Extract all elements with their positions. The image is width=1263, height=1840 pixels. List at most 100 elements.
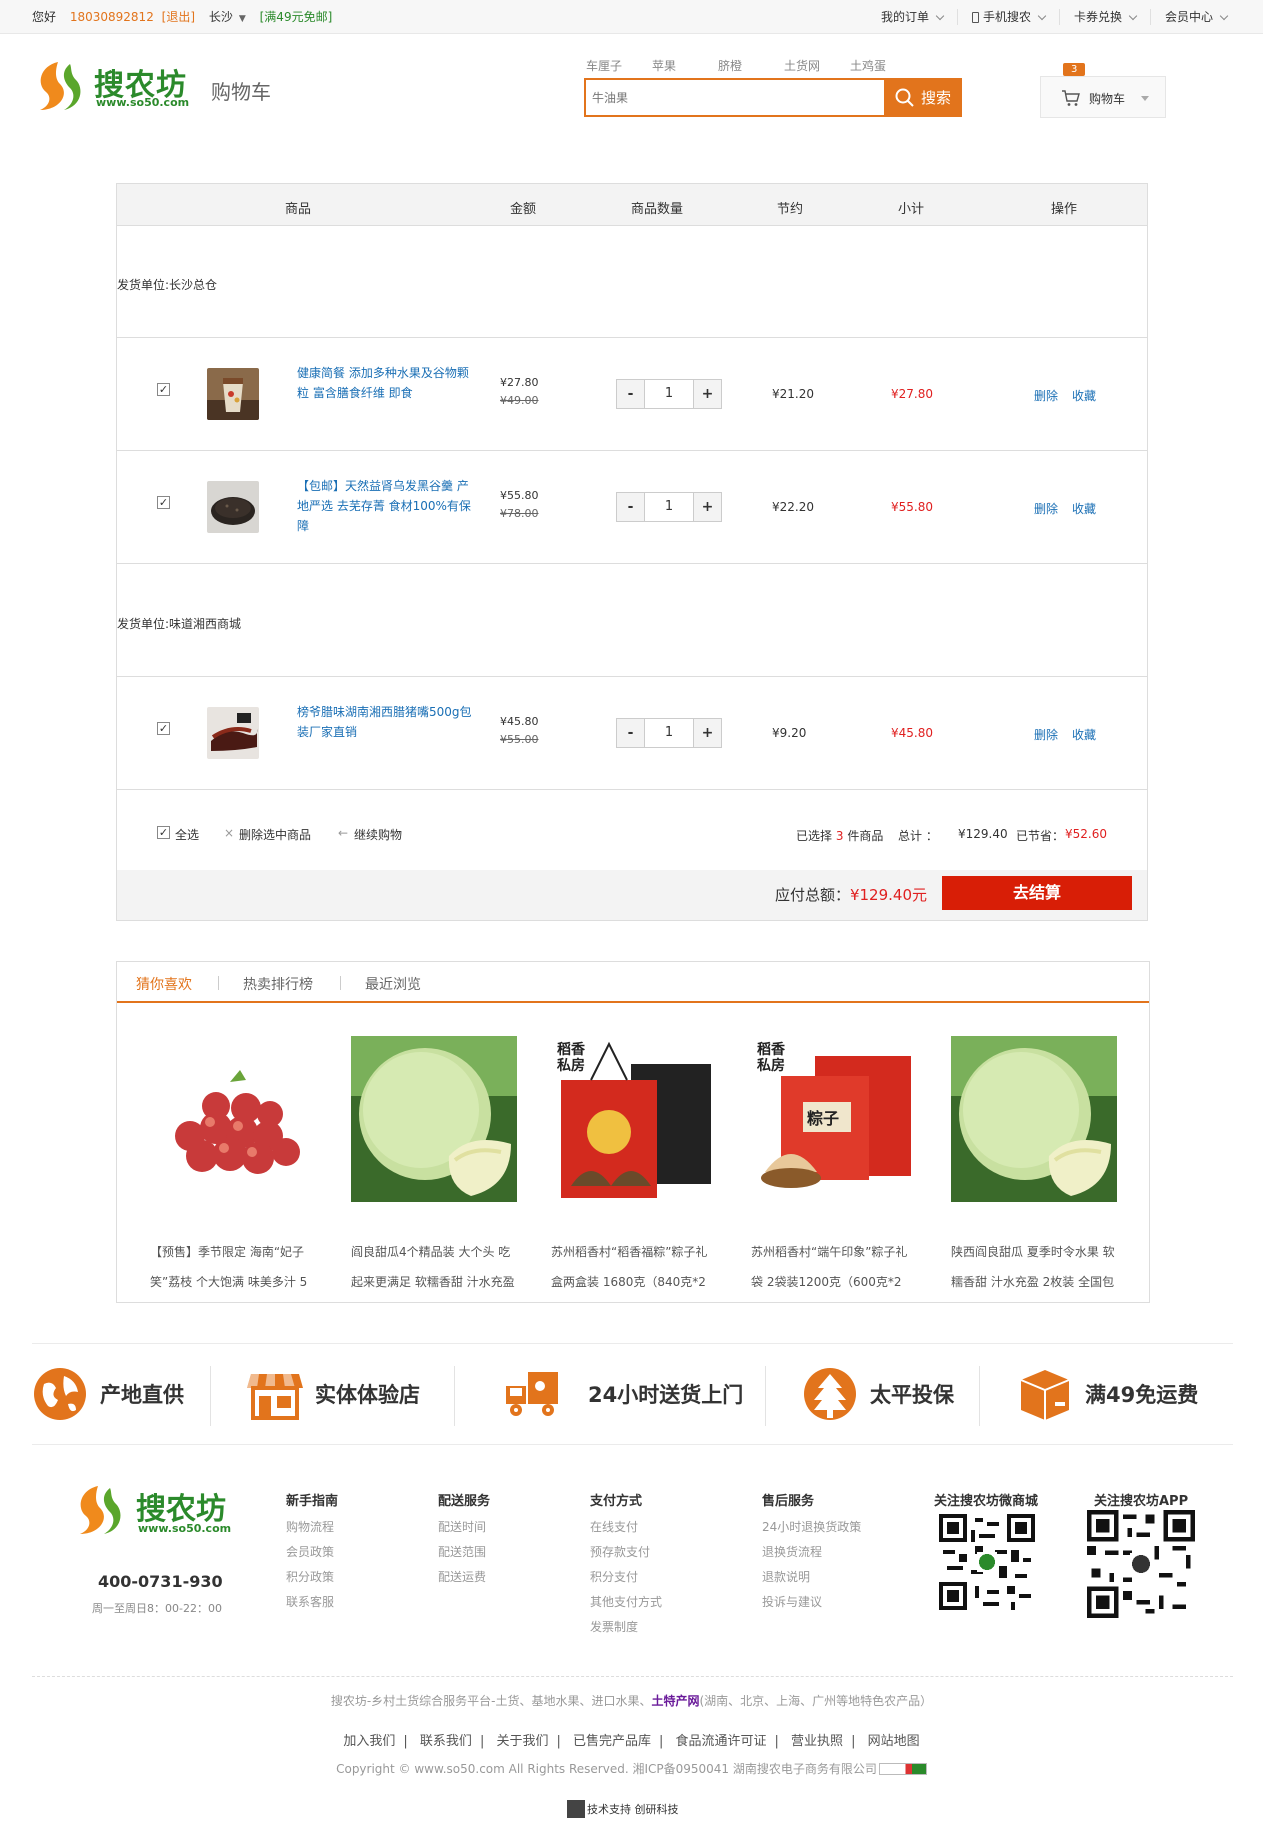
footer-link[interactable]: 联系客服 bbox=[286, 1590, 338, 1615]
favorite-link[interactable]: 收藏 bbox=[1072, 500, 1096, 517]
footer-bottom-link[interactable]: 联系我们 bbox=[412, 1734, 480, 1749]
site-logo[interactable]: 搜农坊 www.so50.com bbox=[30, 56, 200, 116]
product-name[interactable]: 健康简餐 添加多种水果及谷物颗粒 富含膳食纤维 即食 bbox=[297, 363, 477, 403]
select-all-label[interactable]: 全选 bbox=[175, 826, 199, 843]
footer-bottom-link[interactable]: 网站地图 bbox=[860, 1734, 928, 1749]
current-price: ¥55.80 bbox=[500, 489, 539, 502]
search-button[interactable]: 搜索 bbox=[884, 78, 962, 117]
qty-minus-button[interactable]: - bbox=[617, 719, 645, 747]
delete-link[interactable]: 删除 bbox=[1034, 726, 1058, 743]
favorite-link[interactable]: 收藏 bbox=[1072, 726, 1096, 743]
recommend-item[interactable]: 稻香 私房 苏州稻香村“稻香福粽”粽子礼盒两盒装 1680克（840克*2 bbox=[551, 1036, 721, 1297]
delete-link[interactable]: 删除 bbox=[1034, 387, 1058, 404]
footer-bottom-link[interactable]: 关于我们 bbox=[488, 1734, 556, 1749]
payable-bar: 应付总额：¥129.40元 去结算 bbox=[117, 870, 1147, 920]
qty-plus-button[interactable]: + bbox=[693, 719, 721, 747]
mobile-menu[interactable]: 手机搜农 bbox=[956, 9, 1059, 25]
member-center-menu[interactable]: 会员中心 bbox=[1149, 9, 1241, 25]
footer-bottom-link[interactable]: 已售完产品库 bbox=[565, 1734, 659, 1749]
qty-value[interactable]: 1 bbox=[645, 380, 693, 408]
footer-link[interactable]: 配送时间 bbox=[438, 1515, 490, 1540]
quantity-stepper: -1 + bbox=[616, 718, 722, 748]
footer-link[interactable]: 配送范围 bbox=[438, 1540, 490, 1565]
footer-link[interactable]: 配送运费 bbox=[438, 1565, 490, 1590]
tab-recently-viewed[interactable]: 最近浏览 bbox=[365, 974, 421, 994]
tab-guess-you-like[interactable]: 猜你喜欢 bbox=[136, 974, 192, 994]
footer-link[interactable]: 预存款支付 bbox=[590, 1540, 662, 1565]
quantity-stepper: -1 + bbox=[616, 379, 722, 409]
item-checkbox[interactable]: ✓ bbox=[157, 496, 170, 509]
footer-link[interactable]: 24小时退换货政策 bbox=[762, 1515, 861, 1540]
hot-word[interactable]: 土鸡蛋 bbox=[850, 57, 916, 74]
footer-link[interactable]: 会员政策 bbox=[286, 1540, 338, 1565]
site-description: 搜农坊-乡村土货综合服务平台-土货、基地水果、进口水果、土特产网(湖南、北京、上… bbox=[0, 1692, 1263, 1709]
footer-bottom-link[interactable]: 食品流通许可证 bbox=[668, 1734, 775, 1749]
hot-word[interactable]: 脐橙 bbox=[718, 57, 784, 74]
select-all-checkbox[interactable]: ✓ bbox=[157, 826, 170, 839]
footer-col-delivery: 配送服务 配送时间 配送范围 配送运费 bbox=[438, 1490, 490, 1590]
about-link[interactable]: 土特产网 bbox=[651, 1694, 699, 1708]
footer-link[interactable]: 投诉与建议 bbox=[762, 1590, 861, 1615]
footer-link[interactable]: 其他支付方式 bbox=[590, 1590, 662, 1615]
checkout-button[interactable]: 去结算 bbox=[942, 876, 1132, 910]
footer-link[interactable]: 在线支付 bbox=[590, 1515, 662, 1540]
footer-link[interactable]: 积分政策 bbox=[286, 1565, 338, 1590]
qty-value[interactable]: 1 bbox=[645, 719, 693, 747]
top-bar: 您好 18030892812 [退出] 长沙 ▼ [满49元免邮] 我的订单 手机… bbox=[0, 0, 1263, 34]
feature-label: 24小时送货上门 bbox=[588, 1383, 744, 1407]
item-checkbox[interactable]: ✓ bbox=[157, 383, 170, 396]
search-input[interactable] bbox=[586, 80, 886, 115]
cart-item: ✓ 榜爷腊味湖南湘西腊猪嘴500g包装厂家直销 ¥45.80 ¥55.00 -1 +… bbox=[117, 677, 1147, 789]
footer-link[interactable]: 积分支付 bbox=[590, 1565, 662, 1590]
favorite-link[interactable]: 收藏 bbox=[1072, 387, 1096, 404]
hot-word[interactable]: 苹果 bbox=[652, 57, 718, 74]
footer-link[interactable]: 发票制度 bbox=[590, 1615, 662, 1640]
delete-link[interactable]: 删除 bbox=[1034, 500, 1058, 517]
footer-link[interactable]: 退换货流程 bbox=[762, 1540, 861, 1565]
recommend-item[interactable]: 稻香 私房 粽子 苏州稻香村“端午印象”粽子礼袋 2袋装1200克（600克*2 bbox=[751, 1036, 921, 1297]
col-saving: 节约 bbox=[777, 202, 804, 217]
hot-word[interactable]: 车厘子 bbox=[586, 57, 652, 74]
coupon-menu[interactable]: 卡券兑换 bbox=[1058, 9, 1150, 25]
tech-support: 技术支持 创研科技 bbox=[567, 1800, 679, 1818]
original-price: ¥49.00 bbox=[500, 394, 539, 407]
mini-cart[interactable]: 3 购物车 bbox=[1040, 63, 1166, 118]
copyright: Copyright © www.so50.com All Rights Rese… bbox=[0, 1760, 1263, 1777]
user-phone[interactable]: 18030892812 bbox=[70, 10, 154, 24]
tech-support-text[interactable]: 技术支持 创研科技 bbox=[587, 1801, 679, 1817]
product-name[interactable]: 【包邮】天然益肾乌发黑谷羹 产地严选 去芜存菁 食材100%有保障 bbox=[297, 476, 477, 536]
product-image: 稻香 私房 bbox=[551, 1036, 717, 1202]
recommend-item[interactable]: 阎良甜瓜4个精品装 大个头 吃起来更满足 软糯香甜 汁水充盈 bbox=[351, 1036, 521, 1297]
total-amount: ¥129.40 bbox=[958, 827, 1008, 841]
qty-minus-button[interactable]: - bbox=[617, 493, 645, 521]
footer-col-title: 新手指南 bbox=[286, 1494, 339, 1509]
footer-bottom-link[interactable]: 营业执照 bbox=[783, 1734, 851, 1749]
item-checkbox[interactable]: ✓ bbox=[157, 722, 170, 735]
qty-minus-button[interactable]: - bbox=[617, 380, 645, 408]
footer-bottom-link[interactable]: 加入我们 bbox=[335, 1734, 403, 1749]
qty-plus-button[interactable]: + bbox=[693, 380, 721, 408]
qty-plus-button[interactable]: + bbox=[693, 493, 721, 521]
city-selector[interactable]: 长沙 ▼ bbox=[209, 10, 246, 24]
logo-mark-icon bbox=[80, 1486, 121, 1534]
free-shipping-promo[interactable]: [满49元免邮] bbox=[260, 10, 333, 24]
tab-hot-ranking[interactable]: 热卖排行榜 bbox=[243, 974, 313, 994]
footer-link[interactable]: 购物流程 bbox=[286, 1515, 338, 1540]
footer-link[interactable]: 退款说明 bbox=[762, 1565, 861, 1590]
logout-link[interactable]: [退出] bbox=[162, 10, 195, 24]
my-orders-menu[interactable]: 我的订单 bbox=[867, 9, 957, 25]
recommend-item[interactable]: 陕西阎良甜瓜 夏季时令水果 软糯香甜 汁水充盈 2枚装 全国包 bbox=[951, 1036, 1121, 1297]
continue-shopping-link[interactable]: 继续购物 bbox=[354, 826, 402, 843]
item-actions: 删除 收藏 bbox=[1034, 500, 1096, 517]
col-product: 商品 bbox=[285, 202, 312, 217]
hot-words: 车厘子 苹果 脐橙 土货网 土鸡蛋 bbox=[586, 57, 916, 74]
divider bbox=[210, 1366, 211, 1426]
footer-links: 加入我们 | 联系我们 | 关于我们 | 已售完产品库 | 食品流通许可证 | 营业执照 |… bbox=[0, 1730, 1263, 1749]
hot-word[interactable]: 土货网 bbox=[784, 57, 850, 74]
qty-value[interactable]: 1 bbox=[645, 493, 693, 521]
product-name[interactable]: 榜爷腊味湖南湘西腊猪嘴500g包装厂家直销 bbox=[297, 702, 477, 742]
recommend-item[interactable]: 【预售】季节限定 海南“妃子笑”荔枝 个大饱满 味美多汁 5 bbox=[150, 1036, 320, 1297]
about-text: (湖南、北京、上海、广州等地特色农产品） bbox=[699, 1694, 933, 1708]
delete-selected-link[interactable]: 删除选中商品 bbox=[239, 826, 311, 843]
hotline: 400-0731-930 bbox=[98, 1572, 223, 1591]
